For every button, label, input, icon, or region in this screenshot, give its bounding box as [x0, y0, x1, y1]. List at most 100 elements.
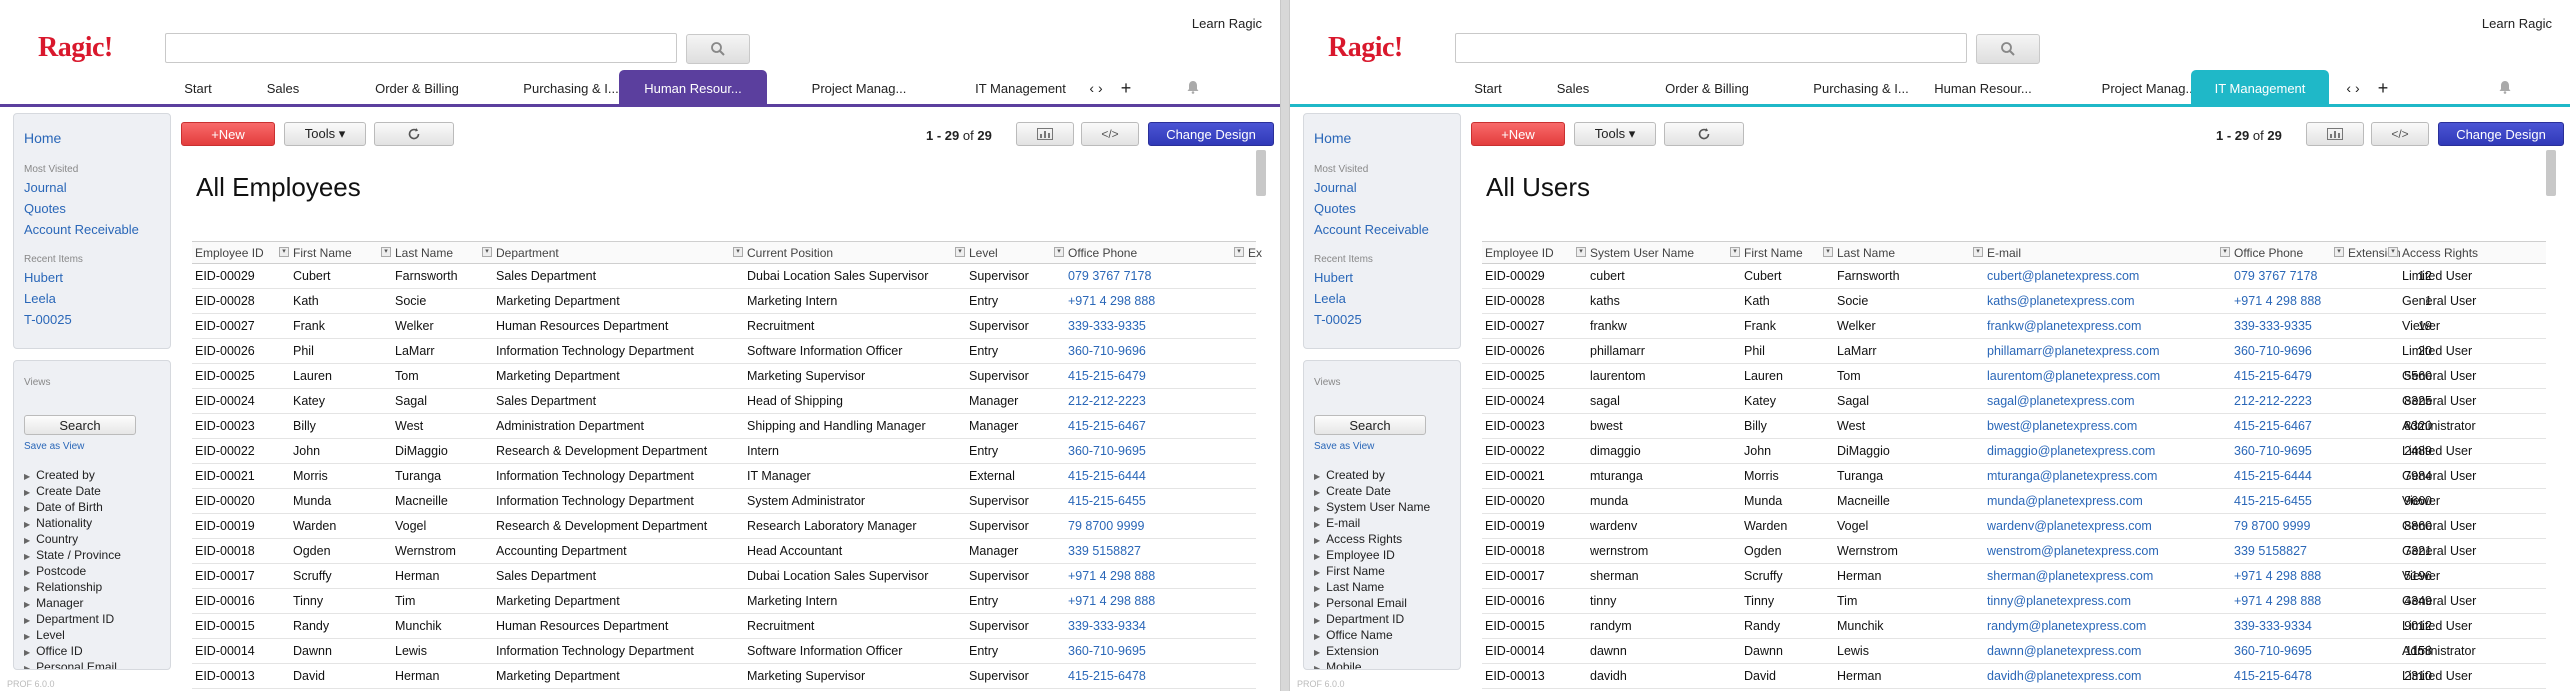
- change-design-button[interactable]: Change Design: [1148, 122, 1274, 146]
- table-cell[interactable]: +971 4 298 888: [1068, 564, 1200, 589]
- table-row[interactable]: EID-00029 cubert Cubert Farnsworth cubert@pl…: [1482, 264, 2546, 289]
- table-cell[interactable]: frankw@planetexpress.com: [1987, 314, 2219, 339]
- table-row[interactable]: EID-00020 Munda Macneille Information Techn…: [192, 489, 1256, 514]
- table-cell[interactable]: 415-215-6478: [2234, 664, 2336, 689]
- table-row[interactable]: EID-00016 tinny Tinny Tim tinny@planetexpres…: [1482, 589, 2546, 614]
- tools-menu-button[interactable]: Tools ▾: [1574, 122, 1656, 146]
- save-as-view-link[interactable]: Save as View: [1314, 441, 1374, 452]
- column-header[interactable]: Access Rights: [2402, 242, 2520, 264]
- field-filter-item[interactable]: ▶ First Name: [1314, 563, 1430, 579]
- table-cell[interactable]: 212-212-2223: [1068, 389, 1200, 414]
- search-button[interactable]: [1976, 34, 2040, 64]
- tab-4[interactable]: Human Resour...: [619, 70, 767, 106]
- table-cell[interactable]: phillamarr@planetexpress.com: [1987, 339, 2219, 364]
- tab-scroll-arrows[interactable]: ‹ ›: [1082, 70, 1110, 106]
- table-cell[interactable]: 415-215-6455: [1068, 489, 1200, 514]
- table-row[interactable]: EID-00025 Lauren Tom Marketing Department Ma…: [192, 364, 1256, 389]
- column-header[interactable]: Office Phone: [2234, 242, 2342, 264]
- field-filter-item[interactable]: ▶ Relationship: [24, 579, 121, 595]
- table-row[interactable]: EID-00013 David Herman Marketing Department…: [192, 664, 1256, 689]
- field-filter-item[interactable]: ▶ Date of Birth: [24, 499, 121, 515]
- embed-code-button[interactable]: </>: [2371, 122, 2429, 146]
- table-row[interactable]: EID-00027 frankw Frank Welker frankw@planete…: [1482, 314, 2546, 339]
- table-row[interactable]: EID-00023 bwest Billy West bwest@planetexpre…: [1482, 414, 2546, 439]
- recent-item-link[interactable]: Leela: [24, 291, 56, 306]
- notification-bell-icon[interactable]: [1186, 80, 1200, 97]
- table-cell[interactable]: +971 4 298 888: [2234, 589, 2336, 614]
- column-header[interactable]: Office Phone: [1068, 242, 1206, 264]
- field-filter-item[interactable]: ▶ Last Name: [1314, 579, 1430, 595]
- tab-6[interactable]: IT Management: [938, 70, 1103, 106]
- table-cell[interactable]: 415-215-6444: [1068, 464, 1200, 489]
- table-cell[interactable]: bwest@planetexpress.com: [1987, 414, 2219, 439]
- refresh-button[interactable]: [374, 122, 454, 146]
- table-row[interactable]: EID-00023 Billy West Administration Departm…: [192, 414, 1256, 439]
- embed-code-button[interactable]: </>: [1081, 122, 1139, 146]
- table-row[interactable]: EID-00015 randym Randy Munchik randym@planet…: [1482, 614, 2546, 639]
- table-cell[interactable]: 79 8700 9999: [1068, 514, 1200, 539]
- tab-0[interactable]: Start: [1458, 70, 1518, 106]
- table-row[interactable]: EID-00029 Cubert Farnsworth Sales Departmen…: [192, 264, 1256, 289]
- table-row[interactable]: EID-00028 kaths Kath Socie kaths@planetexpre…: [1482, 289, 2546, 314]
- table-row[interactable]: EID-00027 Frank Welker Human Resources Depa…: [192, 314, 1256, 339]
- field-filter-item[interactable]: ▶ Create Date: [24, 483, 121, 499]
- field-filter-item[interactable]: ▶ Extension: [1314, 643, 1430, 659]
- tools-menu-button[interactable]: Tools ▾: [284, 122, 366, 146]
- table-row[interactable]: EID-00017 sherman Scruffy Herman sherman@pla…: [1482, 564, 2546, 589]
- learn-ragic-link[interactable]: Learn Ragic: [1192, 16, 1262, 31]
- chart-button[interactable]: [2306, 122, 2364, 146]
- field-filter-item[interactable]: ▶ Level: [24, 627, 121, 643]
- table-row[interactable]: EID-00019 Warden Vogel Research & Developme…: [192, 514, 1256, 539]
- table-cell[interactable]: 360-710-9696: [1068, 339, 1200, 364]
- tab-0[interactable]: Start: [168, 70, 228, 106]
- change-design-button[interactable]: Change Design: [2438, 122, 2564, 146]
- table-cell[interactable]: 415-215-6467: [2234, 414, 2336, 439]
- table-cell[interactable]: mturanga@planetexpress.com: [1987, 464, 2219, 489]
- field-filter-item[interactable]: ▶ Personal Email: [1314, 595, 1430, 611]
- column-filter-dropdown-icon[interactable]: ▾: [2388, 247, 2398, 257]
- field-filter-item[interactable]: ▶ Access Rights: [1314, 531, 1430, 547]
- table-row[interactable]: EID-00013 davidh David Herman davidh@planete…: [1482, 664, 2546, 689]
- table-cell[interactable]: 212-212-2223: [2234, 389, 2336, 414]
- table-cell[interactable]: cubert@planetexpress.com: [1987, 264, 2219, 289]
- table-cell[interactable]: 415-215-6479: [2234, 364, 2336, 389]
- learn-ragic-link[interactable]: Learn Ragic: [2482, 16, 2552, 31]
- home-link[interactable]: Home: [24, 130, 61, 146]
- table-cell[interactable]: 415-215-6455: [2234, 489, 2336, 514]
- table-cell[interactable]: +971 4 298 888: [2234, 289, 2336, 314]
- table-row[interactable]: EID-00025 laurentom Lauren Tom laurentom@pla…: [1482, 364, 2546, 389]
- column-filter-dropdown-icon[interactable]: ▾: [2220, 247, 2230, 257]
- field-filter-item[interactable]: ▶ Create Date: [1314, 483, 1430, 499]
- ragic-logo[interactable]: Ragic!: [38, 32, 113, 64]
- column-filter-dropdown-icon[interactable]: ▾: [279, 247, 289, 257]
- add-tab-icon[interactable]: +: [1116, 70, 1136, 106]
- global-search-input[interactable]: [165, 33, 677, 63]
- table-cell[interactable]: wenstrom@planetexpress.com: [1987, 539, 2219, 564]
- ragic-logo[interactable]: Ragic!: [1328, 32, 1403, 64]
- table-row[interactable]: EID-00018 wernstrom Ogden Wernstrom wenstrom…: [1482, 539, 2546, 564]
- field-filter-item[interactable]: ▶ System User Name: [1314, 499, 1430, 515]
- save-as-view-link[interactable]: Save as View: [24, 441, 84, 452]
- table-cell[interactable]: 415-215-6444: [2234, 464, 2336, 489]
- tab-2[interactable]: Order & Billing: [336, 70, 498, 106]
- table-cell[interactable]: laurentom@planetexpress.com: [1987, 364, 2219, 389]
- column-filter-dropdown-icon[interactable]: ▾: [1054, 247, 1064, 257]
- column-header[interactable]: Current Position: [747, 242, 965, 264]
- tab-2[interactable]: Order & Billing: [1626, 70, 1788, 106]
- most-visited-link[interactable]: Quotes: [24, 201, 66, 216]
- table-cell[interactable]: 360-710-9695: [2234, 439, 2336, 464]
- most-visited-link[interactable]: Account Receivable: [1314, 222, 1429, 237]
- table-row[interactable]: EID-00020 munda Munda Macneille munda@planet…: [1482, 489, 2546, 514]
- recent-item-link[interactable]: Hubert: [24, 270, 63, 285]
- field-filter-item[interactable]: ▶ Manager: [24, 595, 121, 611]
- table-row[interactable]: EID-00021 mturanga Morris Turanga mturanga@p…: [1482, 464, 2546, 489]
- table-cell[interactable]: sherman@planetexpress.com: [1987, 564, 2219, 589]
- views-search-button[interactable]: Search: [24, 415, 136, 435]
- field-filter-item[interactable]: ▶ Personal Email: [24, 659, 121, 669]
- column-filter-dropdown-icon[interactable]: ▾: [1730, 247, 1740, 257]
- table-cell[interactable]: 360-710-9695: [1068, 639, 1200, 664]
- table-row[interactable]: EID-00014 dawnn Dawnn Lewis dawnn@planetexpr…: [1482, 639, 2546, 664]
- table-row[interactable]: EID-00028 Kath Socie Marketing Department Ma…: [192, 289, 1256, 314]
- vertical-scrollbar[interactable]: [1256, 150, 1266, 196]
- table-cell[interactable]: 415-215-6467: [1068, 414, 1200, 439]
